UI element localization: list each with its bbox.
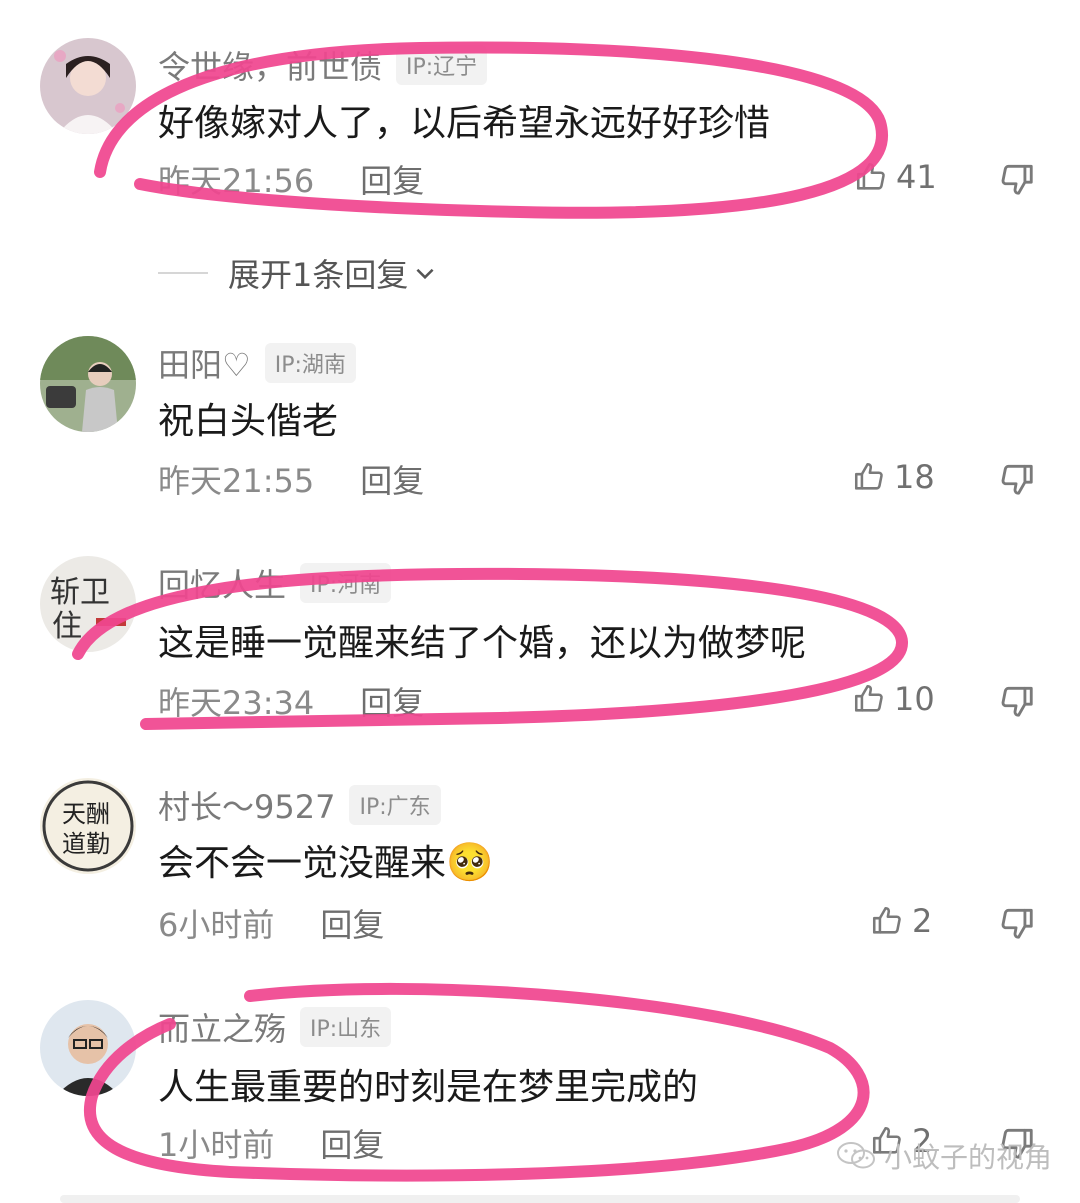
svg-text:斩卫: 斩卫 — [50, 575, 110, 610]
timestamp: 昨天21:56 — [158, 162, 315, 200]
thumbs-down-icon[interactable] — [998, 682, 1036, 720]
comment-text: 这是睡一觉醒来结了个婚，还以为做梦呢 — [158, 623, 807, 664]
like-button[interactable]: 41 — [854, 158, 937, 196]
svg-text:天酬: 天酬 — [62, 800, 110, 828]
reply-button[interactable]: 回复 — [320, 1120, 384, 1166]
timestamp: 昨天21:55 — [158, 462, 315, 500]
divider — [158, 272, 208, 274]
svg-text:道勤: 道勤 — [62, 830, 110, 858]
comment-text: 好像嫁对人了，以后希望永远好好珍惜 — [158, 103, 771, 144]
svg-text:住: 住 — [52, 609, 82, 644]
avatar[interactable]: 斩卫 住 — [40, 556, 136, 652]
like-count: 18 — [894, 458, 935, 496]
thumbs-up-icon — [872, 906, 901, 934]
expand-label[interactable]: 展开1条回复 — [228, 250, 408, 296]
like-count: 2 — [912, 902, 933, 940]
watermark-text: 小蚊子的视角 — [884, 1141, 1053, 1174]
pleading-face-emoji: 🥺 — [446, 840, 494, 884]
avatar[interactable]: 天酬 道勤 — [40, 778, 136, 874]
avatar[interactable] — [40, 1000, 136, 1096]
chevron-down-icon — [416, 268, 434, 280]
watermark: 小蚊子的视角 — [836, 1136, 1052, 1176]
timestamp: 昨天23:34 — [158, 684, 315, 722]
reply-button[interactable]: 回复 — [360, 156, 424, 202]
comment-text: 会不会一觉没醒来🥺 — [158, 834, 493, 886]
ip-badge: IP:湖南 — [264, 343, 356, 383]
thumbs-down-icon[interactable] — [998, 904, 1036, 942]
timestamp: 1小时前 — [158, 1126, 275, 1164]
like-button[interactable]: 18 — [852, 458, 935, 496]
thumbs-down-icon[interactable] — [998, 160, 1036, 198]
ip-badge: IP:辽宁 — [396, 45, 488, 85]
username[interactable]: 田阳♡ — [158, 340, 251, 386]
expand-replies[interactable]: 展开1条回复 — [158, 250, 438, 296]
reply-button[interactable]: 回复 — [360, 456, 424, 502]
comment-text: 人生最重要的时刻是在梦里完成的 — [158, 1067, 699, 1108]
thumbs-down-icon[interactable] — [998, 460, 1036, 498]
ip-badge: IP:山东 — [300, 1007, 392, 1047]
ip-badge: IP:河南 — [300, 563, 392, 603]
ip-badge: IP:广东 — [349, 785, 441, 825]
username[interactable]: 村长～9527 — [158, 782, 335, 828]
reply-button[interactable]: 回复 — [320, 900, 384, 946]
comment-text: 祝白头偕老 — [158, 401, 339, 442]
like-count: 41 — [896, 158, 937, 196]
like-count: 10 — [894, 680, 935, 718]
comment-text-content: 会不会一觉没醒来 — [158, 843, 447, 884]
thumbs-up-icon — [854, 684, 883, 712]
bottom-divider — [60, 1195, 1020, 1203]
reply-button[interactable]: 回复 — [360, 678, 424, 724]
avatar[interactable] — [40, 336, 136, 432]
like-button[interactable]: 10 — [852, 680, 935, 718]
thumbs-up-icon — [856, 162, 885, 190]
timestamp: 6小时前 — [158, 906, 275, 944]
like-button[interactable]: 2 — [870, 902, 932, 940]
wechat-icon — [837, 1142, 875, 1169]
username[interactable]: 回忆人生 — [158, 560, 286, 606]
avatar[interactable] — [40, 38, 136, 134]
username[interactable]: 而立之殇 — [158, 1004, 286, 1050]
thumbs-up-icon — [854, 462, 883, 490]
username[interactable]: 令世缘，前世债 — [158, 42, 382, 88]
